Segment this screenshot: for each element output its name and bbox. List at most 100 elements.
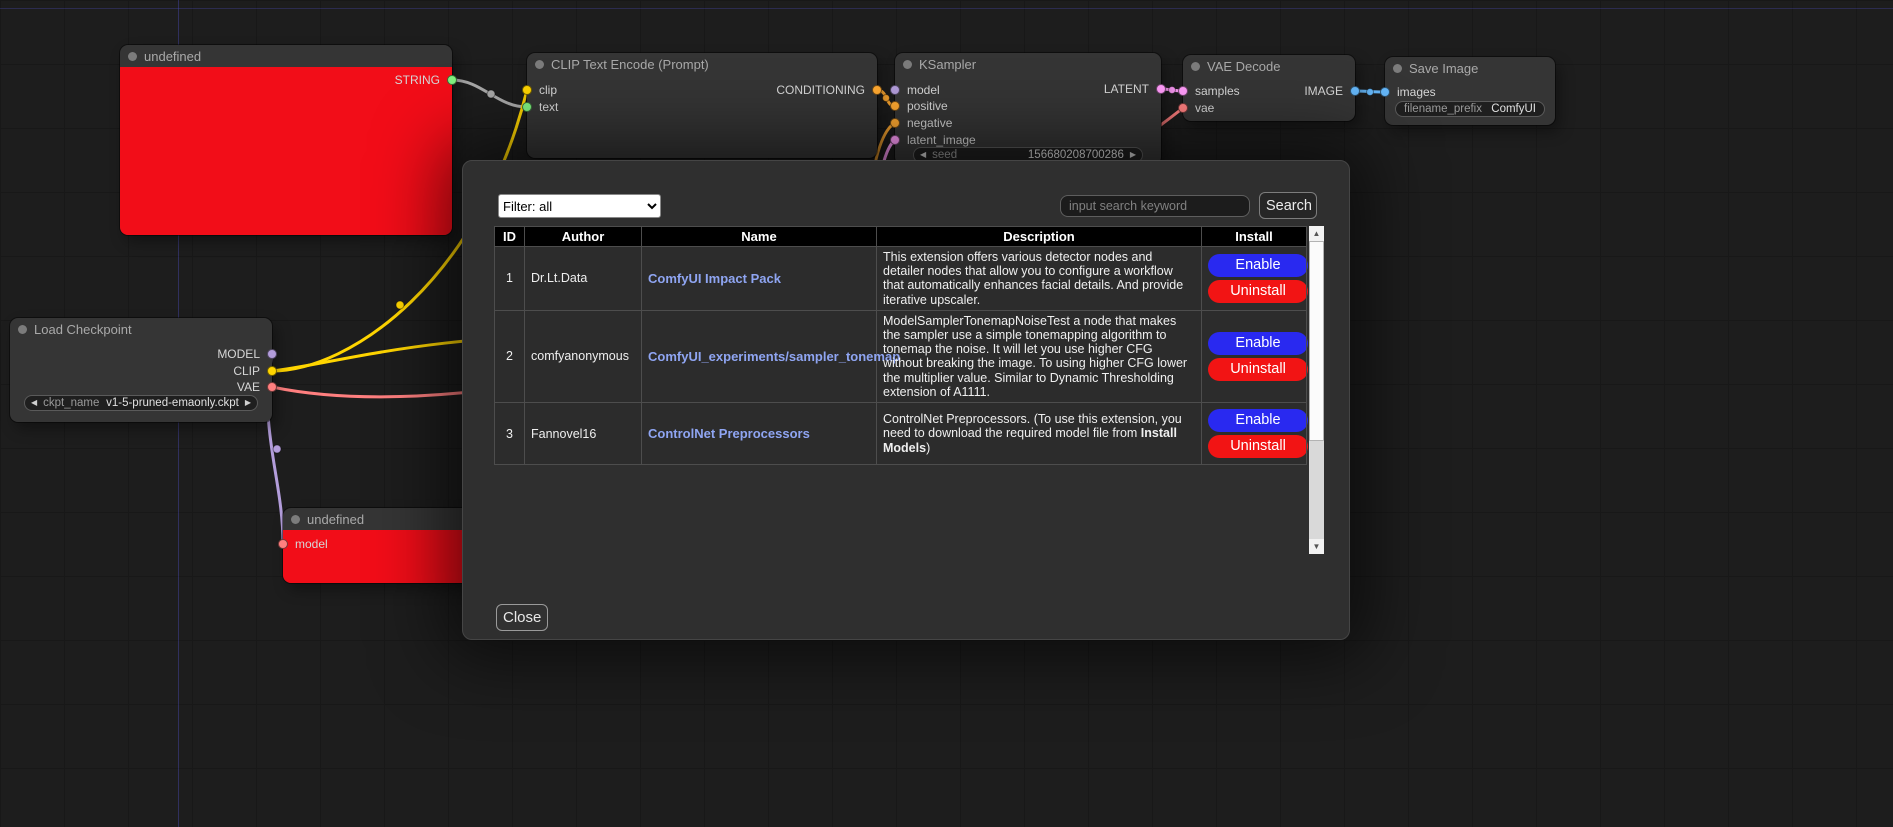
slot-label: text xyxy=(539,100,558,114)
header-install: Install xyxy=(1202,227,1307,247)
node-load-checkpoint[interactable]: Load Checkpoint MODEL CLIP VAE ◀ ckpt_na… xyxy=(10,318,272,422)
slot-label: latent_image xyxy=(907,133,976,147)
slot-dot-icon xyxy=(890,135,900,145)
scrollbar-thumb[interactable] xyxy=(1309,241,1324,441)
uninstall-button[interactable]: Uninstall xyxy=(1208,435,1308,458)
filter-select[interactable]: Filter: all xyxy=(498,194,661,218)
link-midpoint-dot xyxy=(273,445,281,453)
output-slot-model[interactable]: MODEL xyxy=(217,347,277,361)
collapse-dot-icon[interactable] xyxy=(1191,62,1200,71)
extensions-table-body: 1 Dr.Lt.Data ComfyUI Impact Pack This ex… xyxy=(495,247,1307,465)
enable-button[interactable]: Enable xyxy=(1208,409,1308,432)
input-slot-latent-image[interactable]: latent_image xyxy=(890,133,976,147)
collapse-dot-icon[interactable] xyxy=(903,60,912,69)
output-slot-conditioning[interactable]: CONDITIONING xyxy=(776,83,882,97)
filename-prefix-widget[interactable]: filename_prefix ComfyUI xyxy=(1395,101,1545,117)
cell-description: This extension offers various detector n… xyxy=(877,247,1202,311)
input-slot-vae[interactable]: vae xyxy=(1178,101,1214,115)
extension-row: 2 comfyanonymous ComfyUI_experiments/sam… xyxy=(495,310,1307,402)
scroll-up-icon[interactable]: ▲ xyxy=(1309,226,1324,241)
link-midpoint-dot xyxy=(883,95,890,102)
slot-label: samples xyxy=(1195,84,1240,98)
close-button[interactable]: Close xyxy=(496,604,548,631)
cell-author: Fannovel16 xyxy=(525,403,642,465)
input-slot-negative[interactable]: negative xyxy=(890,116,952,130)
widget-label: ckpt_name xyxy=(43,397,99,409)
slot-dot-icon xyxy=(1156,84,1166,94)
output-slot-vae[interactable]: VAE xyxy=(237,380,277,394)
input-slot-model[interactable]: model xyxy=(278,537,328,551)
node-header[interactable]: Load Checkpoint xyxy=(10,318,272,340)
node-title: KSampler xyxy=(919,57,976,72)
cell-description: ControlNet Preprocessors. (To use this e… xyxy=(877,403,1202,465)
node-undefined-top[interactable]: undefined STRING xyxy=(120,45,452,235)
slot-dot-icon xyxy=(1350,86,1360,96)
cell-id: 3 xyxy=(495,403,525,465)
collapse-dot-icon[interactable] xyxy=(128,52,137,61)
enable-button[interactable]: Enable xyxy=(1208,254,1308,277)
input-slot-positive[interactable]: positive xyxy=(890,99,948,113)
node-header[interactable]: VAE Decode xyxy=(1183,55,1355,77)
slot-dot-icon xyxy=(522,85,532,95)
link-midpoint-dot xyxy=(1367,89,1374,96)
slot-label: model xyxy=(907,83,940,97)
output-slot-latent[interactable]: LATENT xyxy=(1104,82,1166,96)
node-header[interactable]: CLIP Text Encode (Prompt) xyxy=(527,53,877,75)
cell-install: Enable Uninstall xyxy=(1202,310,1307,402)
table-header-row: ID Author Name Description Install xyxy=(495,227,1307,247)
scroll-down-icon[interactable]: ▼ xyxy=(1309,539,1324,554)
node-header[interactable]: KSampler xyxy=(895,53,1161,75)
slot-label: CONDITIONING xyxy=(776,83,865,97)
output-slot-string[interactable]: STRING xyxy=(395,73,457,87)
uninstall-button[interactable]: Uninstall xyxy=(1208,358,1308,381)
collapse-dot-icon[interactable] xyxy=(1393,64,1402,73)
node-save-image[interactable]: Save Image images filename_prefix ComfyU… xyxy=(1385,57,1555,125)
slot-dot-icon xyxy=(267,382,277,392)
extension-row: 1 Dr.Lt.Data ComfyUI Impact Pack This ex… xyxy=(495,247,1307,311)
collapse-dot-icon[interactable] xyxy=(18,325,27,334)
slot-label: clip xyxy=(539,83,557,97)
node-title: CLIP Text Encode (Prompt) xyxy=(551,57,709,72)
output-slot-image[interactable]: IMAGE xyxy=(1304,84,1360,98)
extension-link[interactable]: ComfyUI_experiments/sampler_tonemap xyxy=(648,349,900,364)
extension-link[interactable]: ComfyUI Impact Pack xyxy=(648,271,781,286)
node-clip-text-encode[interactable]: CLIP Text Encode (Prompt) clip text COND… xyxy=(527,53,877,158)
input-slot-text[interactable]: text xyxy=(522,100,558,114)
search-input[interactable] xyxy=(1060,195,1250,217)
slot-dot-icon xyxy=(890,118,900,128)
slot-label: vae xyxy=(1195,101,1214,115)
input-slot-samples[interactable]: samples xyxy=(1178,84,1240,98)
header-description: Description xyxy=(877,227,1202,247)
node-header[interactable]: undefined xyxy=(120,45,452,67)
extensions-table-container: ID Author Name Description Install 1 Dr.… xyxy=(494,226,1324,554)
ckpt-name-widget[interactable]: ◀ ckpt_name v1-5-pruned-emaonly.ckpt ▶ xyxy=(24,395,258,411)
table-scrollbar[interactable]: ▲ ▼ xyxy=(1309,226,1324,554)
search-button[interactable]: Search xyxy=(1259,192,1317,219)
widget-label: filename_prefix xyxy=(1404,103,1482,115)
node-title: undefined xyxy=(307,512,364,527)
node-header[interactable]: Save Image xyxy=(1385,57,1555,79)
next-arrow-icon[interactable]: ▶ xyxy=(245,395,251,411)
collapse-dot-icon[interactable] xyxy=(291,515,300,524)
input-slot-model[interactable]: model xyxy=(890,83,940,97)
cell-description: ModelSamplerTonemapNoiseTest a node that… xyxy=(877,310,1202,402)
node-vae-decode[interactable]: VAE Decode samples vae IMAGE xyxy=(1183,55,1355,121)
extension-link[interactable]: ControlNet Preprocessors xyxy=(648,426,810,441)
input-slot-images[interactable]: images xyxy=(1380,85,1436,99)
widget-value: v1-5-pruned-emaonly.ckpt xyxy=(105,397,238,409)
slot-label: model xyxy=(295,537,328,551)
collapse-dot-icon[interactable] xyxy=(535,60,544,69)
missing-node-body xyxy=(120,67,452,235)
node-ksampler[interactable]: KSampler model positive negative latent_… xyxy=(895,53,1161,165)
input-slot-clip[interactable]: clip xyxy=(522,83,557,97)
extension-row: 3 Fannovel16 ControlNet Preprocessors Co… xyxy=(495,403,1307,465)
uninstall-button[interactable]: Uninstall xyxy=(1208,280,1308,303)
link-midpoint-dot xyxy=(1169,87,1176,94)
output-slot-clip[interactable]: CLIP xyxy=(233,364,277,378)
node-graph-canvas[interactable]: undefined STRING CLIP Text Encode (Promp… xyxy=(0,0,1893,827)
enable-button[interactable]: Enable xyxy=(1208,332,1308,355)
slot-dot-icon xyxy=(522,102,532,112)
previous-arrow-icon[interactable]: ◀ xyxy=(31,395,37,411)
cell-install: Enable Uninstall xyxy=(1202,247,1307,311)
widget-value: ComfyUI xyxy=(1488,103,1536,115)
